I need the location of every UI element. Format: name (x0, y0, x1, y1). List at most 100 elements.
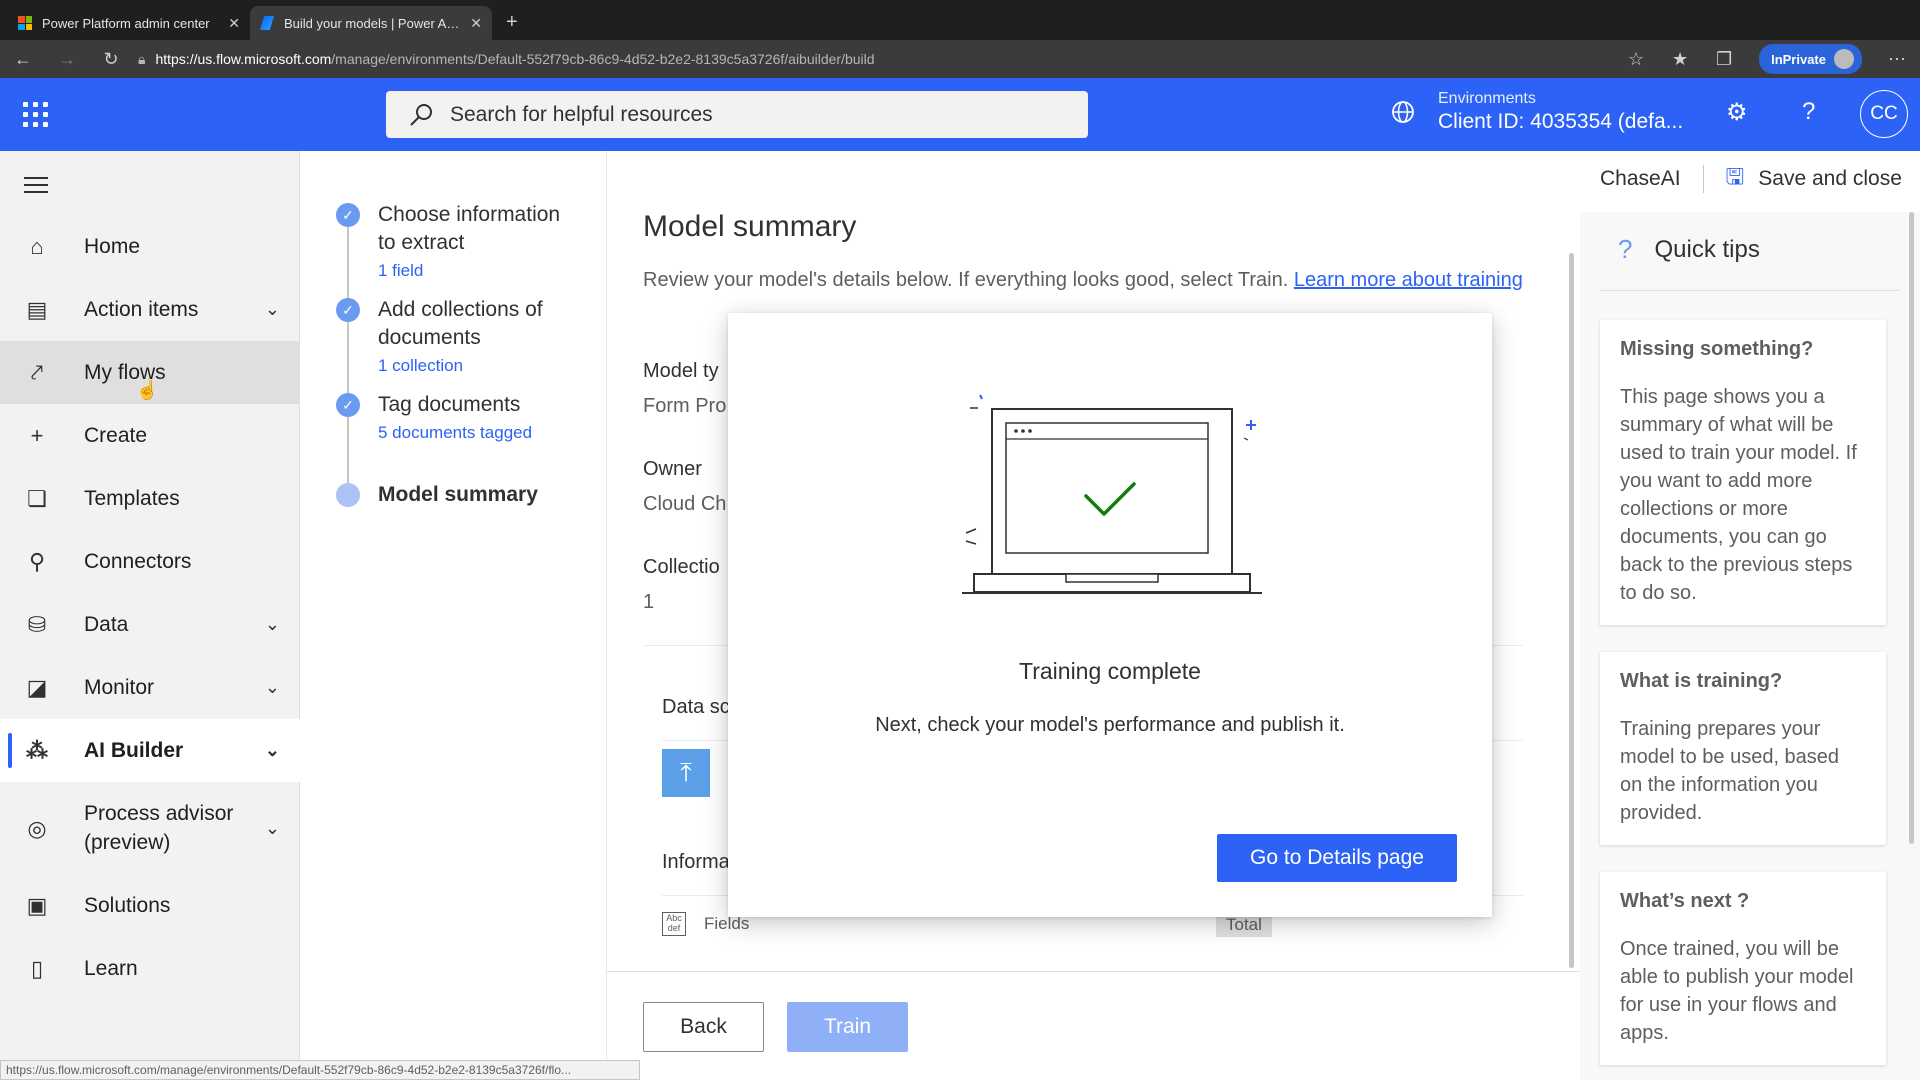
divider (607, 971, 1580, 972)
tip-body: Training prepares your model to be used,… (1620, 718, 1840, 824)
tip-card: What’s next ? Once trained, you will be … (1600, 872, 1886, 1065)
globe-icon (1392, 101, 1414, 123)
search-input[interactable]: Search for helpful resources (386, 91, 1088, 138)
text-field-icon: Abc def (662, 912, 686, 936)
back-arrow-icon[interactable]: ← (14, 49, 32, 70)
chevron-down-icon[interactable]: ⌄ (265, 677, 280, 698)
go-to-details-button[interactable]: Go to Details page (1217, 834, 1457, 882)
nav-item-learn[interactable]: ▯ Learn (0, 937, 300, 1000)
inprivate-label: InPrivate (1771, 51, 1826, 67)
nav-item-label: Solutions (84, 893, 171, 917)
url-field[interactable]: 🔒︎ https://us.flow.microsoft.com/manage/… (138, 51, 1601, 68)
dialog-title: Training complete (1019, 658, 1201, 684)
quick-tips-header: ? Quick tips (1618, 234, 1760, 265)
inprivate-badge[interactable]: InPrivate (1759, 44, 1862, 74)
favorites-icon[interactable]: ★ (1671, 49, 1689, 70)
nav-item-ai-builder[interactable]: ⁂ AI Builder ⌄ (0, 719, 300, 782)
main-scrollbar[interactable] (1569, 253, 1574, 968)
tips-scrollbar[interactable] (1909, 212, 1914, 844)
nav-item-data[interactable]: ⛁ Data ⌄ (0, 593, 300, 656)
training-complete-dialog: Training complete Next, check your model… (728, 313, 1492, 917)
save-label: Save and close (1758, 167, 1902, 190)
save-and-close-button[interactable]: 🖫︎ Save and close (1726, 160, 1902, 198)
learn-icon: ▯ (30, 955, 44, 981)
back-button[interactable]: Back (643, 1002, 764, 1052)
settings-gear-icon[interactable]: ⚙ (1726, 98, 1748, 127)
chevron-down-icon[interactable]: ⌄ (265, 614, 280, 635)
browser-tabbar: Power Platform admin center ✕ Build your… (0, 0, 1920, 40)
url-path: /manage/environments/Default-552f79cb-86… (331, 51, 875, 67)
browser-tab-admin-center[interactable]: Power Platform admin center ✕ (8, 6, 250, 40)
nav-item-process-advisor[interactable]: ◎ Process advisor (preview) ⌄ (0, 788, 300, 868)
nav-item-solutions[interactable]: ▣ Solutions (0, 874, 300, 937)
tip-body: Once trained, you will be able to publis… (1620, 938, 1854, 1044)
flow-icon: ⤤ (30, 359, 44, 385)
plus-icon: + (30, 422, 44, 448)
question-mark-icon: ? (1618, 234, 1633, 264)
nav-item-label: AI Builder (84, 738, 184, 762)
laptop-checkmark-illustration-icon (962, 394, 1262, 594)
checkmark-icon: ✓ (336, 203, 360, 227)
nav-item-action-items[interactable]: ▤ Action items ⌄ (0, 278, 300, 341)
environment-picker[interactable]: Environments Client ID: 4035354 (defa... (1390, 90, 1683, 134)
nav-item-templates[interactable]: ❏ Templates (0, 467, 300, 530)
dialog-message: Next, check your model's performance and… (875, 714, 1345, 736)
collections-value: 1 (643, 591, 655, 613)
step-tag-documents[interactable]: ✓ Tag documents 5 documents tagged (336, 391, 578, 443)
chevron-down-icon[interactable]: ⌄ (265, 814, 280, 843)
current-step-dot-icon (336, 483, 360, 507)
learn-more-link[interactable]: Learn more about training (1294, 269, 1523, 291)
environment-label: Environments (1438, 90, 1536, 107)
step-model-summary[interactable]: Model summary (336, 481, 578, 509)
home-icon: ⌂ (30, 233, 44, 259)
nav-item-home[interactable]: ⌂ Home (0, 215, 300, 278)
fields-label: Fields (704, 914, 750, 933)
browser-tab-build-models[interactable]: Build your models | Power Automate ✕ (250, 6, 492, 40)
add-favorite-icon[interactable]: ☆ (1627, 49, 1645, 70)
divider (1702, 165, 1704, 193)
wizard-steps: ✓ Choose information to extract 1 field … (300, 151, 607, 1080)
train-button[interactable]: Train (787, 1002, 908, 1052)
nav-item-monitor[interactable]: ◪ Monitor ⌄ (0, 656, 300, 719)
mouse-cursor-icon: ☝ (136, 380, 159, 400)
close-icon[interactable]: ✕ (470, 15, 482, 32)
lock-icon: 🔒︎ (138, 50, 146, 67)
step-subtitle: 5 documents tagged (378, 423, 533, 442)
nav-item-create[interactable]: + Create (0, 404, 300, 467)
nav-item-label: Templates (84, 486, 180, 510)
nav-item-label: Home (84, 234, 141, 258)
search-icon (410, 103, 432, 126)
nav-item-label: Monitor (84, 675, 155, 699)
information-label: Informa (662, 851, 730, 873)
chevron-down-icon[interactable]: ⌄ (265, 740, 280, 761)
app-launcher-icon[interactable] (0, 102, 70, 127)
new-tab-icon[interactable]: + (506, 11, 518, 34)
step-choose-information[interactable]: ✓ Choose information to extract 1 field (336, 201, 578, 281)
nav-item-label: Process advisor (preview) (84, 802, 234, 854)
hamburger-menu-icon[interactable] (24, 177, 48, 198)
microsoft-logo-icon (18, 16, 32, 30)
description-text: Review your model's details below. If ev… (643, 269, 1289, 291)
close-icon[interactable]: ✕ (228, 15, 240, 32)
connector-icon: ⚲ (28, 548, 46, 574)
tip-body: This page shows you a summary of what wi… (1620, 386, 1857, 604)
environment-value: Client ID: 4035354 (defa... (1438, 110, 1684, 133)
help-icon[interactable]: ? (1802, 98, 1815, 126)
step-add-collections[interactable]: ✓ Add collections of documents 1 collect… (336, 296, 578, 376)
step-title: Tag documents (378, 393, 521, 416)
more-options-icon[interactable]: ⋯ (1888, 49, 1906, 70)
command-bar: ChaseAI 🖫︎ Save and close (1600, 160, 1902, 198)
refresh-icon[interactable]: ↻ (102, 49, 120, 70)
ai-builder-icon: ⁂ (26, 737, 48, 763)
step-title: Model summary (378, 483, 538, 506)
owner-value: Cloud Ch (643, 493, 727, 515)
user-avatar[interactable]: CC (1860, 90, 1908, 138)
tip-card: What is training? Training prepares your… (1600, 652, 1886, 845)
search-placeholder: Search for helpful resources (450, 102, 713, 126)
left-navigation: ⌂ Home ▤ Action items ⌄ ⤤ My flows + Cre… (0, 151, 300, 1080)
nav-item-connectors[interactable]: ⚲ Connectors (0, 530, 300, 593)
forward-arrow-icon[interactable]: → (58, 49, 76, 70)
chevron-down-icon[interactable]: ⌄ (265, 299, 280, 320)
collections-icon[interactable]: ❐ (1715, 49, 1733, 70)
tab-title: Power Platform admin center (42, 15, 210, 31)
